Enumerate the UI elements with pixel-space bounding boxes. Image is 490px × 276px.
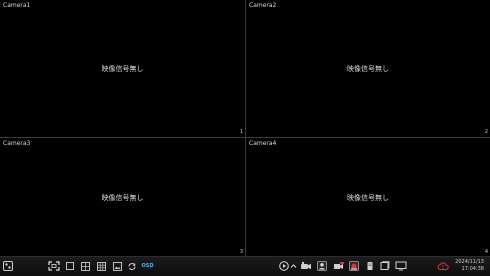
camera-index: 2 [484,129,488,135]
camera-index: 3 [239,249,243,255]
playback-button[interactable] [279,261,289,271]
snapshot-icon [380,261,390,270]
grid-divider-horizontal [0,137,490,138]
ptz-button[interactable] [300,261,312,271]
camera-tile-4[interactable]: Camera4 映像信号無し 4 [246,138,490,257]
camera-label: Camera3 [3,140,31,147]
camera-label: Camera1 [3,2,31,9]
layout-single-icon [66,262,74,270]
layout-quad-icon [80,261,90,271]
grid-divider-vertical [245,0,246,257]
clock-time: 17:04:38 [461,266,484,272]
camera-tile-2[interactable]: Camera2 映像信号無し 2 [246,0,490,137]
snapshot-button[interactable] [380,261,390,271]
camera-ptz-icon [301,261,311,270]
alarm-light-icon [349,261,359,271]
monitor-icon [395,261,407,271]
camera-index: 1 [239,129,243,135]
picture-button[interactable] [112,261,122,271]
clock-date: 2024/11/13 [455,259,484,265]
system-clock: 2024/11/13 17:04:38 [455,259,484,273]
display-button[interactable] [395,261,407,271]
cloud-alert-icon [437,262,449,270]
person-icon [317,261,327,271]
expand-button[interactable] [290,261,297,271]
manual-record-button[interactable] [333,261,345,271]
alarm-button[interactable] [317,261,327,271]
sequence-button[interactable] [127,261,137,271]
taskbar: OSD 2024/11/13 17:04:38 [0,256,490,276]
camera-index: 4 [484,249,488,255]
network-status-button[interactable] [437,261,449,271]
no-signal-text: 映像信号無し [101,64,144,73]
camera-grid: Camera1 映像信号無し 1 Camera2 映像信号無し 2 Camera… [0,0,490,257]
osd-button[interactable]: OSD [141,261,154,271]
play-icon [279,261,289,271]
camera-label: Camera2 [249,2,277,9]
layout-nine-icon [96,261,106,271]
record-camera-icon [334,262,344,269]
camera-tile-1[interactable]: Camera1 映像信号無し 1 [0,0,245,137]
fullscreen-icon[interactable] [48,261,60,271]
chevron-up-icon [290,264,297,268]
osd-label: OSD [141,263,154,269]
disk-button[interactable] [365,261,375,271]
layout-single-button[interactable] [65,261,75,271]
storage-icon [367,262,373,270]
no-signal-text: 映像信号無し [101,193,144,202]
no-signal-text: 映像信号無し [347,64,389,73]
alarm-status-button[interactable] [349,261,359,271]
camera-tile-3[interactable]: Camera3 映像信号無し 3 [0,138,245,257]
image-icon [112,261,122,271]
start-menu-icon[interactable] [3,261,13,271]
camera-label: Camera4 [249,140,277,147]
layout-nine-button[interactable] [96,261,106,271]
no-signal-text: 映像信号無し [347,193,389,202]
refresh-icon [128,262,136,270]
layout-quad-button[interactable] [80,261,90,271]
